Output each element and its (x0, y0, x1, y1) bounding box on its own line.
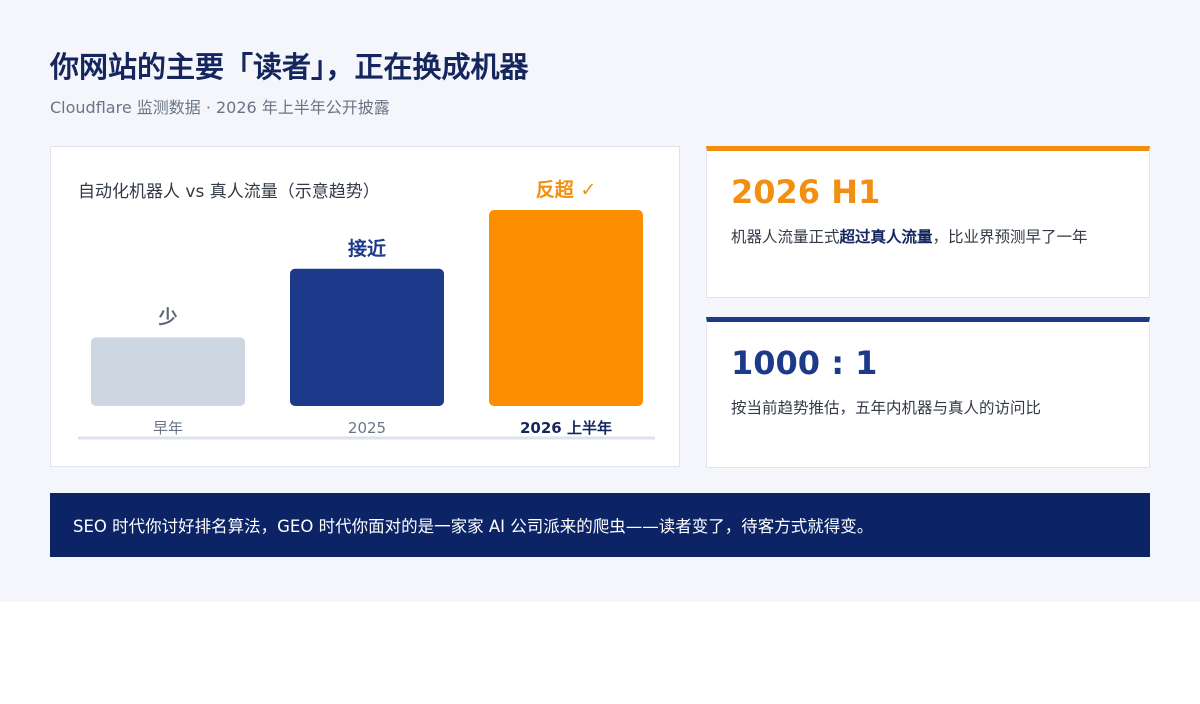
stat-value: 2026 H1 (731, 173, 881, 211)
x-tick-label-2: 2026 上半年 (520, 419, 612, 437)
page-title: 你网站的主要「读者」，正在换成机器 (50, 50, 529, 84)
stat-desc-before: 机器人流量正式 (731, 228, 840, 246)
page-subtitle: Cloudflare 监测数据 · 2026 年上半年公开披露 (50, 98, 390, 117)
bar-chart: 少早年 接近 2025 反超 ✓ 2026 上半年 (78, 178, 655, 440)
stat-value: 1000 : 1 (731, 344, 878, 382)
bar-2 (489, 210, 643, 406)
bar-label-1: 接近 (348, 238, 386, 260)
x-tick-label-1: 2025 (348, 419, 386, 437)
stat-card-ratio: 1000 : 1 按当前趋势推估，五年内机器与真人的访问比 (706, 317, 1150, 468)
x-tick-label-0: 早年 (153, 419, 183, 437)
stat-desc-highlight: 超过真人流量 (839, 228, 933, 246)
slide: 你网站的主要「读者」，正在换成机器 Cloudflare 监测数据 · 2026… (0, 0, 1200, 602)
stat-card-first-overtake: 2026 H1 机器人流量正式超过真人流量，比业界预测早了一年 (706, 146, 1150, 298)
bottom-banner: SEO 时代你讨好排名算法，GEO 时代你面对的是一家家 AI 公司派来的爬虫—… (50, 493, 1150, 557)
stat-description: 机器人流量正式超过真人流量，比业界预测早了一年 (731, 225, 1088, 247)
banner-text: SEO 时代你讨好排名算法，GEO 时代你面对的是一家家 AI 公司派来的爬虫—… (73, 517, 874, 536)
bar-label-0: 少 (157, 306, 177, 328)
stat-desc-after: ，比业界预测早了一年 (932, 228, 1088, 246)
bar-label-2: 反超 ✓ (536, 178, 597, 201)
bar-1 (290, 268, 444, 406)
stat-description: 按当前趋势推估，五年内机器与真人的访问比 (731, 399, 1042, 417)
bar-0 (91, 337, 245, 406)
chart-card: 自动化机器人 vs 真人流量（示意趋势） 少早年 接近 2025 反超 ✓ 2026 上… (50, 146, 680, 467)
